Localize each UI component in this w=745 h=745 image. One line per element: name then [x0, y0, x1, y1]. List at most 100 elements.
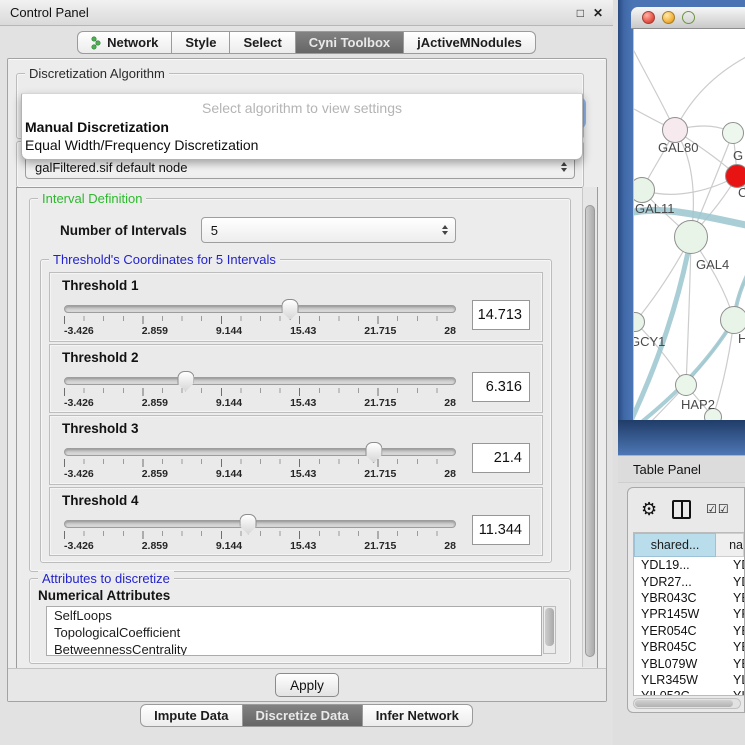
numerical-attributes-label: Numerical Attributes [38, 588, 170, 603]
control-panel-titlebar: Control Panel □ ✕ [0, 0, 613, 26]
table-row[interactable]: YIL052C YIL0 [634, 688, 744, 696]
tick-label: -3.426 [64, 397, 94, 409]
tab-cyni-toolbox[interactable]: Cyni Toolbox [296, 31, 404, 54]
close-icon[interactable]: ✕ [593, 6, 603, 20]
threshold-value-field[interactable]: 14.713 [472, 300, 530, 330]
scrollbar-thumb[interactable] [585, 205, 595, 657]
cell-shared-name[interactable]: YBR043C [634, 591, 720, 605]
table-row[interactable]: YER054C YER0 [634, 623, 744, 639]
threshold-value-field[interactable]: 21.4 [472, 443, 530, 473]
table-rows: YDL19... YDL1 YDR27... YDR2 YBR043C YBR0 [634, 557, 744, 696]
slider-track[interactable] [64, 377, 456, 385]
cell-name[interactable]: YBR0 [720, 591, 744, 605]
network-node[interactable] [722, 122, 744, 144]
cell-shared-name[interactable]: YBL079W [634, 657, 720, 671]
attribute-list-item[interactable]: SelfLoops [47, 607, 541, 624]
slider-track[interactable] [64, 520, 456, 528]
cell-shared-name[interactable]: YLR345W [634, 673, 720, 687]
tab-infer-network[interactable]: Infer Network [363, 704, 473, 727]
tab-label: Discretize Data [256, 708, 349, 723]
gear-icon[interactable]: ⚙ [641, 500, 657, 518]
cell-shared-name[interactable]: YBR045C [634, 640, 720, 654]
tab-label: Network [107, 35, 158, 50]
network-node[interactable] [674, 220, 708, 254]
number-of-intervals-combobox[interactable]: 5 [201, 217, 456, 243]
table-row[interactable]: YBR043C YBR0 [634, 590, 744, 606]
node-label: G [733, 148, 743, 163]
apply-button[interactable]: Apply [275, 673, 339, 697]
zoom-traffic-light-icon[interactable] [682, 11, 695, 24]
network-icon [91, 36, 102, 50]
attribute-list-item[interactable]: BetweennessCentrality [47, 641, 541, 656]
cell-name[interactable]: YER0 [720, 624, 744, 638]
split-columns-icon[interactable] [672, 500, 691, 519]
dropdown-option-manual-discretization[interactable]: Manual Discretization [22, 118, 582, 136]
table-row[interactable]: YDL19... YDL1 [634, 557, 744, 573]
network-window-titlebar[interactable] [631, 7, 745, 29]
column-header-name[interactable]: na [716, 533, 744, 557]
table-row[interactable]: YLR345W YLR3 [634, 672, 744, 688]
network-canvas[interactable]: GAL80 G C GAL11 GAL4 GCY1 H HAP2 [633, 29, 745, 420]
cyni-toolbox-content: Discretization Algorithm Select algorith… [7, 58, 607, 702]
network-node[interactable] [675, 374, 697, 396]
table-horizontal-scrollbar[interactable] [633, 698, 741, 709]
tick-label: 2.859 [142, 397, 168, 409]
threshold-label: Threshold 3 [62, 421, 530, 436]
slider-ticks [64, 388, 456, 396]
select-columns-checkboxes-icon[interactable]: ☑☑ [706, 502, 730, 516]
column-header-shared-name[interactable]: shared... [634, 533, 716, 557]
slider-track[interactable] [64, 448, 456, 456]
tick-label: 21.715 [364, 325, 396, 337]
network-node[interactable] [720, 306, 745, 334]
tick-label: 15.43 [290, 540, 316, 552]
cell-name[interactable]: YDR2 [720, 575, 744, 589]
cell-shared-name[interactable]: YPR145W [634, 607, 720, 621]
cell-name[interactable]: YPR1 [720, 607, 744, 621]
tick-label: 15.43 [290, 468, 316, 480]
cell-shared-name[interactable]: YDL19... [634, 558, 720, 572]
minimize-traffic-light-icon[interactable] [662, 11, 675, 24]
cell-name[interactable]: YDL1 [720, 558, 744, 572]
node-label: GAL4 [696, 257, 729, 272]
cell-shared-name[interactable]: YDR27... [634, 575, 720, 589]
cell-name[interactable]: YLR3 [720, 673, 744, 687]
threshold-value-field[interactable]: 6.316 [472, 372, 530, 402]
tab-select[interactable]: Select [230, 31, 295, 54]
thresholds-coordinates-group: Threshold's Coordinates for 5 Intervals … [40, 259, 552, 563]
close-traffic-light-icon[interactable] [642, 11, 655, 24]
slider-track[interactable] [64, 305, 456, 313]
cell-name[interactable]: YBR0 [720, 640, 744, 654]
table-row[interactable]: YBR045C YBR0 [634, 639, 744, 655]
tab-jactivemnodules[interactable]: jActiveMNodules [404, 31, 536, 54]
attribute-list-item[interactable]: TopologicalCoefficient [47, 624, 541, 641]
cell-shared-name[interactable]: YER054C [634, 624, 720, 638]
cell-name[interactable]: YIL0 [720, 689, 744, 696]
dropdown-placeholder-option[interactable]: Select algorithm to view settings [22, 97, 582, 118]
dropdown-option-equal-width-frequency[interactable]: Equal Width/Frequency Discretization [22, 136, 582, 154]
settings-vertical-scrollbar[interactable] [582, 187, 597, 667]
float-window-icon[interactable]: □ [577, 6, 584, 20]
tab-impute-data[interactable]: Impute Data [140, 704, 242, 727]
tab-label: Infer Network [376, 708, 459, 723]
attributes-list-scrollbar[interactable] [543, 606, 556, 654]
threshold-slider[interactable]: -3.426 2.859 9.144 15.43 [64, 298, 456, 337]
table-row[interactable]: YDR27... YDR2 [634, 573, 744, 589]
threshold-slider[interactable]: -3.426 2.859 9.144 15.43 [64, 513, 456, 552]
tab-discretize-data[interactable]: Discretize Data [243, 704, 363, 727]
tab-style[interactable]: Style [172, 31, 230, 54]
table-row[interactable]: YBL079W YBL0 [634, 655, 744, 671]
cell-shared-name[interactable]: YIL052C [634, 689, 720, 696]
slider-ticks [64, 316, 456, 324]
tab-network[interactable]: Network [77, 31, 172, 54]
panel-title: Control Panel [10, 5, 89, 20]
threshold-slider[interactable]: -3.426 2.859 9.144 15.43 [64, 370, 456, 409]
threshold-value-field[interactable]: 11.344 [472, 515, 530, 545]
numerical-attributes-list[interactable]: SelfLoops TopologicalCoefficient Between… [46, 606, 542, 656]
slider-ticks [64, 459, 456, 467]
scrollbar-thumb[interactable] [635, 700, 733, 707]
scrollbar-thumb[interactable] [545, 608, 554, 646]
threshold-label: Threshold 2 [62, 350, 530, 365]
cell-name[interactable]: YBL0 [720, 657, 744, 671]
table-row[interactable]: YPR145W YPR1 [634, 606, 744, 622]
threshold-slider[interactable]: -3.426 2.859 9.144 15.43 [64, 441, 456, 480]
